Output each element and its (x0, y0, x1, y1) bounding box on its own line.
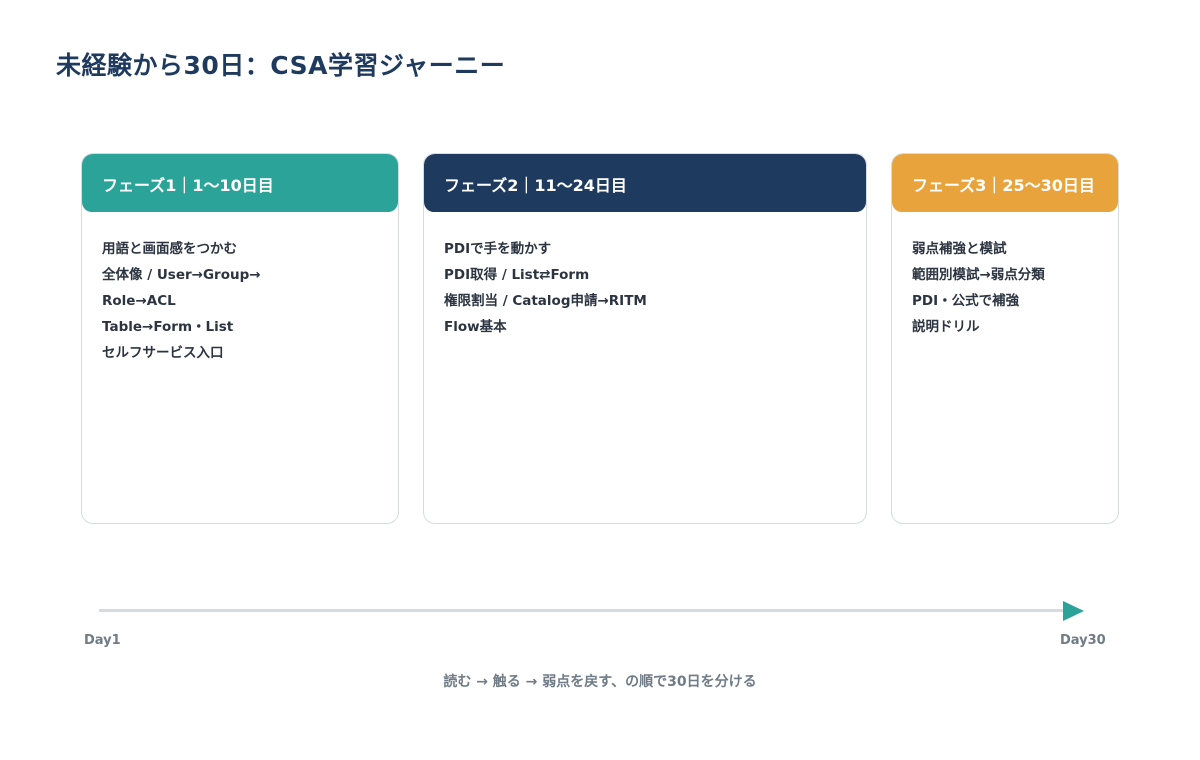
timeline-line (99, 609, 1067, 612)
phase-item: 用語と画面感をつかむ (102, 241, 237, 257)
phase-item: 説明ドリル (912, 319, 980, 335)
timeline-end-label: Day30 (1060, 633, 1106, 648)
phase-item: PDI・公式で補強 (912, 293, 1020, 309)
phase-3-items: 弱点補強と模試 範囲別模試→弱点分類 PDI・公式で補強 説明ドリル (892, 212, 1118, 340)
phase-item: Role→ACL (102, 293, 176, 309)
phase-item: PDIで手を動かす (444, 241, 552, 257)
phase-2-items: PDIで手を動かす PDI取得 / List⇄Form 権限割当 / Catal… (424, 212, 866, 340)
phase-item: 全体像 / User→Group→ (102, 267, 261, 283)
page-title: 未経験から30日：CSA学習ジャーニー (56, 51, 506, 80)
caption: 読む → 触る → 弱点を戻す、の順で30日を分ける (443, 674, 757, 690)
timeline-arrow-icon (1063, 601, 1084, 621)
phase-item: 権限割当 / Catalog申請→RITM (444, 293, 647, 309)
phase-3-card: フェーズ3｜25〜30日目 弱点補強と模試 範囲別模試→弱点分類 PDI・公式で… (891, 153, 1119, 524)
phase-item: 弱点補強と模試 (912, 241, 1007, 257)
phase-item: Flow基本 (444, 319, 507, 335)
phase-1-header: フェーズ1｜1〜10日目 (82, 154, 398, 212)
phase-2-header: フェーズ2｜11〜24日目 (424, 154, 866, 212)
phase-2-card: フェーズ2｜11〜24日目 PDIで手を動かす PDI取得 / List⇄For… (423, 153, 867, 524)
timeline-start-label: Day1 (84, 633, 121, 648)
phase-item: PDI取得 / List⇄Form (444, 267, 590, 283)
phase-item: Table→Form・List (102, 319, 234, 335)
phase-3-header: フェーズ3｜25〜30日目 (892, 154, 1118, 212)
phase-1-items: 用語と画面感をつかむ 全体像 / User→Group→ Role→ACL Ta… (82, 212, 398, 366)
phase-item: 範囲別模試→弱点分類 (912, 267, 1045, 283)
phase-1-card: フェーズ1｜1〜10日目 用語と画面感をつかむ 全体像 / User→Group… (81, 153, 399, 524)
phase-item: セルフサービス入口 (102, 345, 224, 361)
